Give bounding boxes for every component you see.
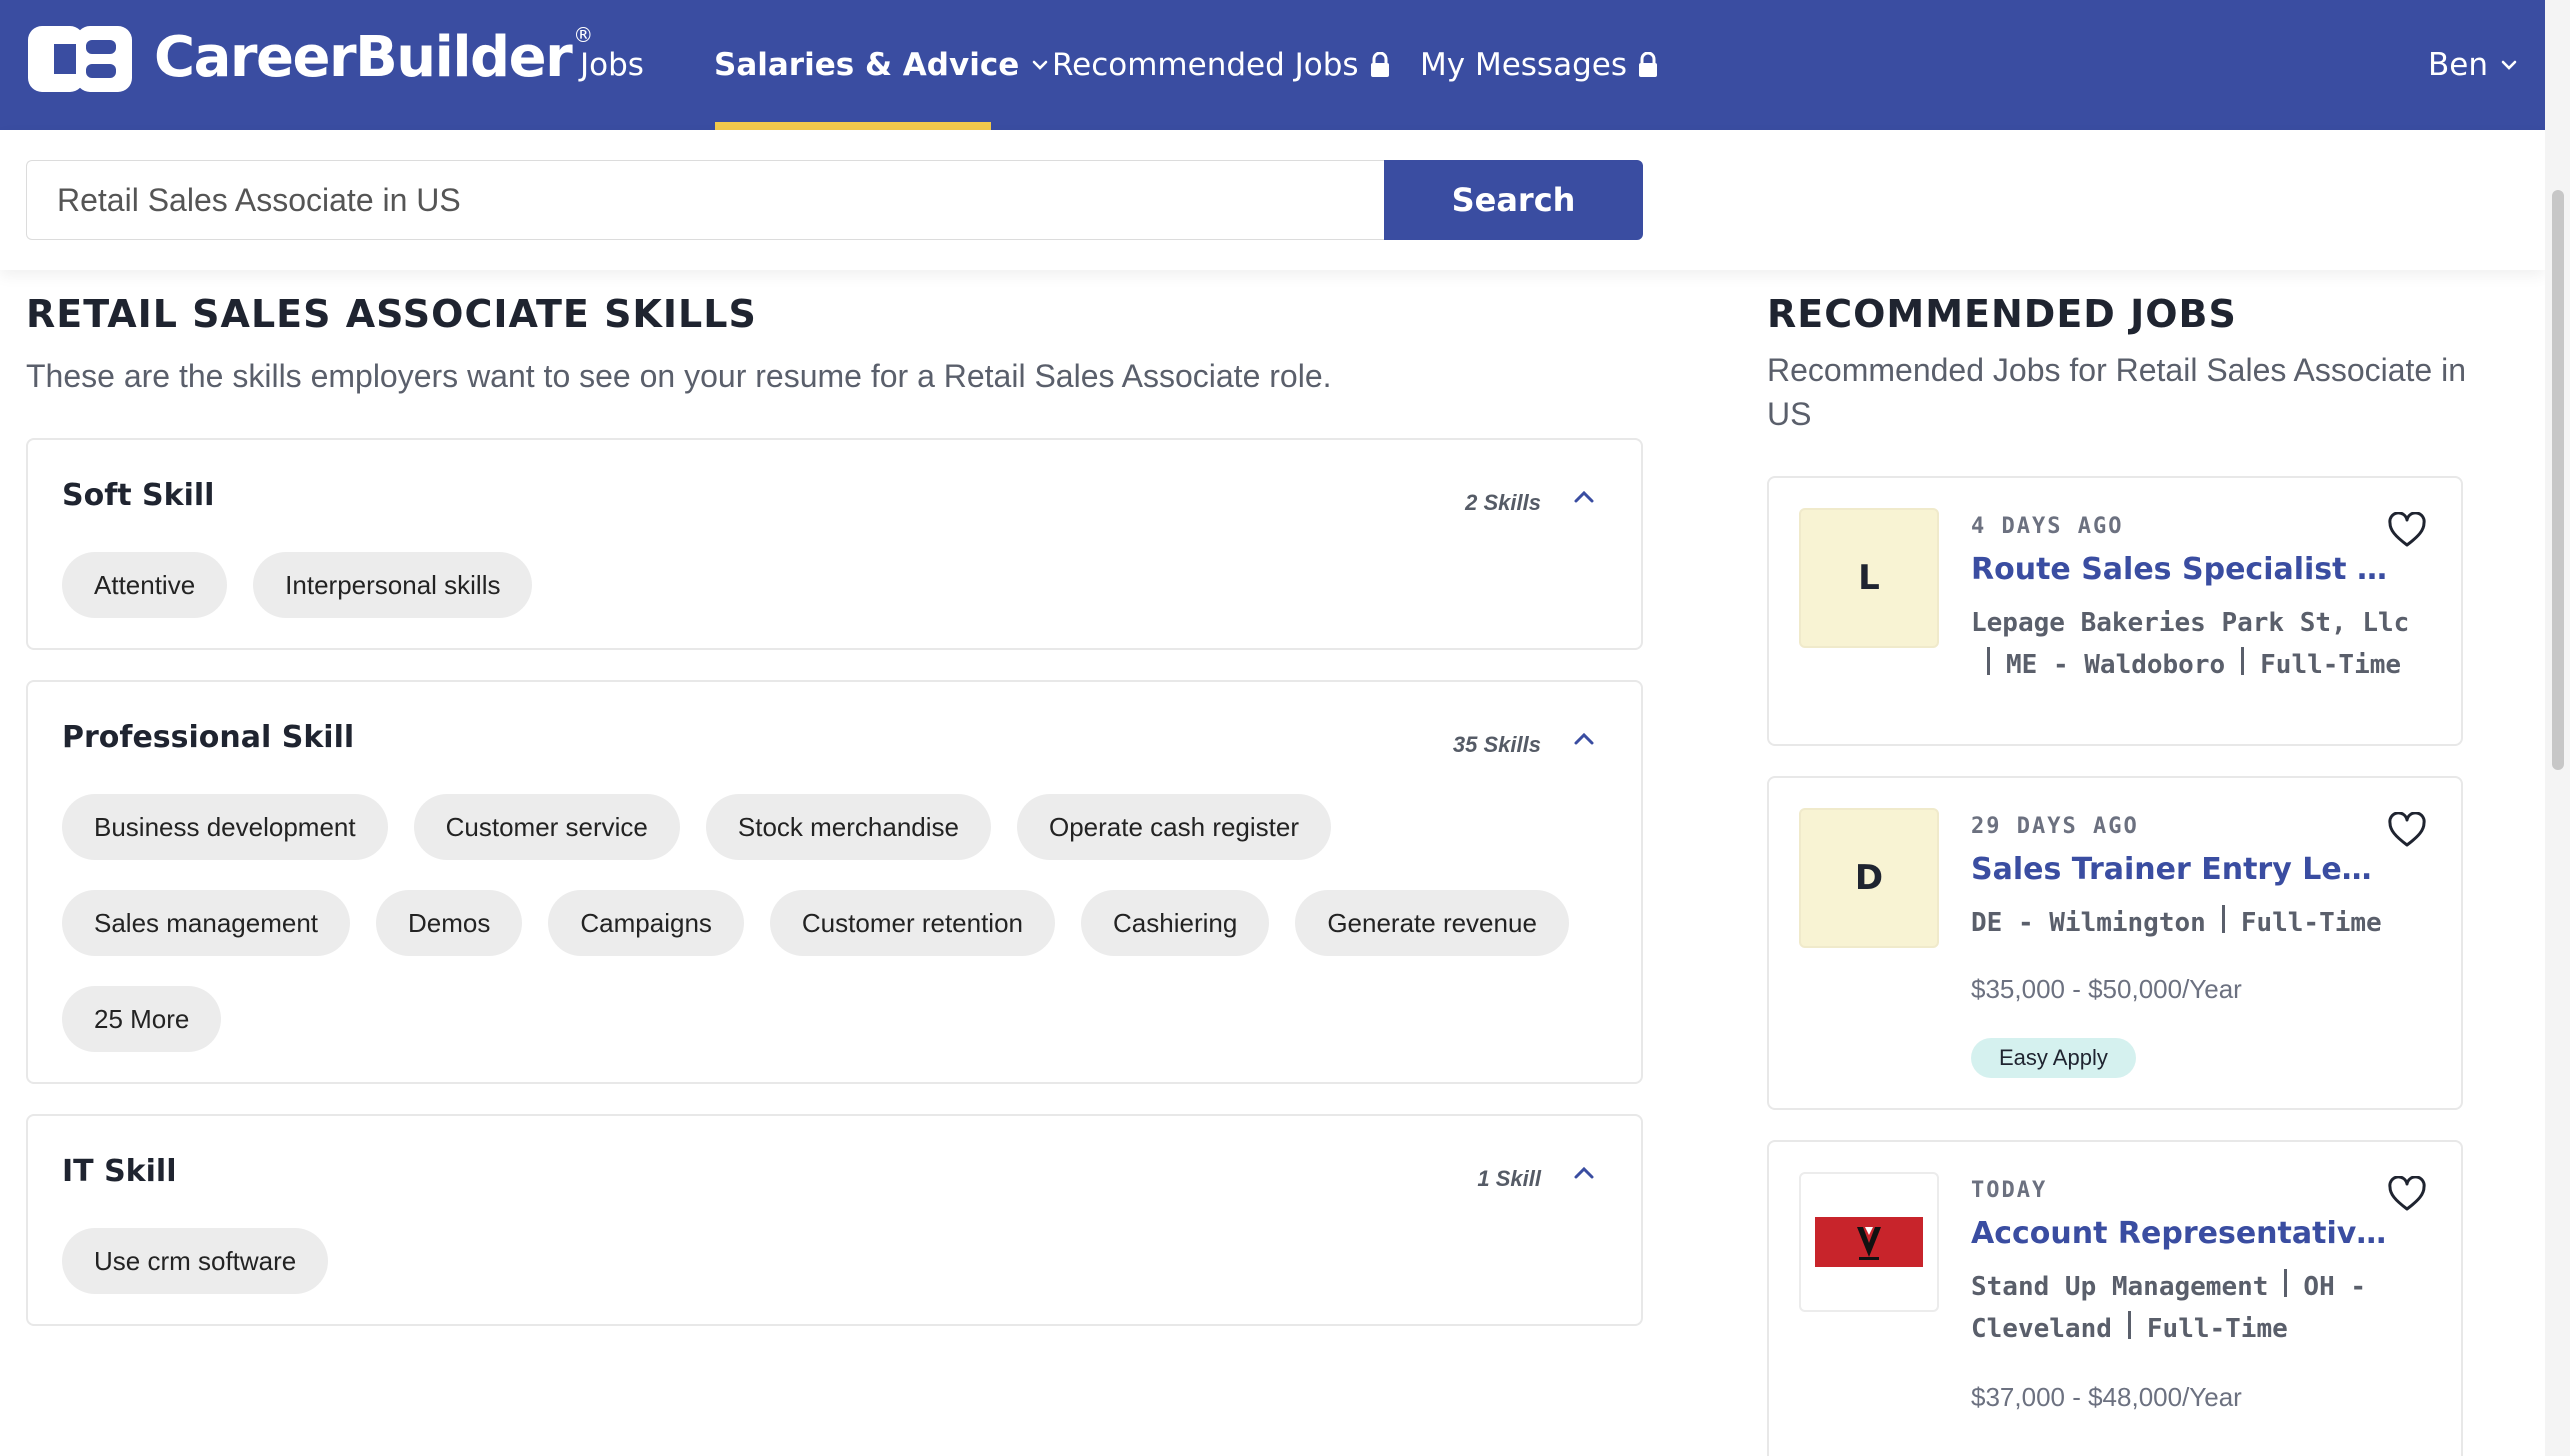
job-company: Lepage Bakeries Park St, Llc — [1971, 608, 2410, 638]
nav-jobs[interactable]: Jobs — [580, 0, 644, 130]
easy-apply-badge[interactable]: Easy Apply — [1971, 1038, 2136, 1078]
skill-chip[interactable]: Sales management — [62, 890, 351, 956]
active-tab-underline — [715, 122, 991, 130]
separator — [2221, 905, 2225, 933]
job-meta: Stand Up Management OH - Cleveland Full-Ti… — [1971, 1266, 2431, 1350]
heart-icon[interactable] — [2387, 1176, 2427, 1212]
careerbuilder-logo[interactable]: CareerBuilder ® — [28, 22, 594, 92]
job-posted-date: TODAY — [1971, 1178, 2048, 1203]
skill-count: 1 Skill — [1477, 1166, 1541, 1191]
job-salary: $35,000 - $50,000/Year — [1971, 974, 2242, 1004]
skill-chip[interactable]: Cashiering — [1081, 890, 1270, 956]
chevron-down-icon — [2501, 60, 2517, 70]
skill-chip[interactable]: Attentive — [62, 552, 228, 618]
job-card[interactable]: TODAY Account Representative ( I... Stan… — [1767, 1140, 2463, 1456]
chevron-up-icon[interactable] — [1571, 488, 1597, 506]
user-menu[interactable]: Ben — [2428, 0, 2518, 130]
skill-chips: Business development Customer service St… — [62, 794, 1622, 1082]
skill-count: 35 Skills — [1452, 732, 1541, 757]
job-posted-date: 4 DAYS AGO — [1971, 514, 2124, 539]
separator — [2127, 1311, 2131, 1339]
recommended-jobs-subtitle: Recommended Jobs for Retail Sales Associ… — [1767, 352, 2467, 432]
skill-chip[interactable]: Campaigns — [548, 890, 744, 956]
lock-icon — [1370, 52, 1389, 77]
job-title-link[interactable]: Route Sales Specialist Ii W... — [1971, 552, 2391, 587]
job-location: DE - Wilmington — [1971, 908, 2206, 938]
skill-group-title: IT Skill — [62, 1154, 177, 1189]
skill-group-it: IT Skill 1 Skill Use crm software — [26, 1114, 1643, 1326]
chevron-down-icon — [1032, 60, 1048, 70]
skill-chip[interactable]: Stock merchandise — [705, 794, 991, 860]
skill-chips: Attentive Interpersonal skills — [62, 552, 1622, 648]
nav-salaries-advice[interactable]: Salaries & Advice — [714, 0, 1049, 130]
job-card[interactable]: D 29 DAYS AGO Sales Trainer Entry Level … — [1767, 776, 2463, 1110]
separator — [1987, 647, 1990, 675]
skill-chip[interactable]: Customer service — [413, 794, 680, 860]
nav-recommended-jobs[interactable]: Recommended Jobs — [1052, 0, 1391, 130]
heart-icon[interactable] — [2387, 512, 2427, 548]
stand-up-management-logo — [1799, 1172, 1939, 1312]
skill-group-soft: Soft Skill 2 Skills Attentive Interperso… — [26, 438, 1643, 650]
recommended-jobs-title: RECOMMENDED JOBS — [1767, 292, 2237, 336]
job-type: Full-Time — [2240, 908, 2382, 938]
job-type: Full-Time — [2146, 1314, 2288, 1344]
skill-group-title: Soft Skill — [62, 478, 215, 513]
skill-chip[interactable]: Generate revenue — [1295, 890, 1569, 956]
job-posted-date: 29 DAYS AGO — [1971, 814, 2139, 839]
search-button[interactable]: Search — [1384, 160, 1643, 240]
stand-up-management-logo-icon — [1815, 1217, 1923, 1267]
skill-group-title: Professional Skill — [62, 720, 355, 755]
job-card[interactable]: L 4 DAYS AGO Route Sales Specialist Ii W… — [1767, 476, 2463, 746]
skill-chip[interactable]: Business development — [62, 794, 388, 860]
skill-chip[interactable]: Use crm software — [62, 1228, 329, 1294]
skill-chip[interactable]: Demos — [376, 890, 523, 956]
job-title-link[interactable]: Sales Trainer Entry Level +... — [1971, 852, 2391, 887]
company-logo: D — [1799, 808, 1939, 948]
search-input[interactable] — [26, 160, 1386, 240]
skill-group-professional: Professional Skill 35 Skills Business de… — [26, 680, 1643, 1084]
separator — [2241, 647, 2245, 675]
job-title-link[interactable]: Account Representative ( I... — [1971, 1216, 2391, 1251]
separator — [2284, 1269, 2288, 1297]
careerbuilder-logo-icon — [28, 26, 132, 92]
nav-messages-label: My Messages — [1420, 47, 1627, 83]
nav-my-messages[interactable]: My Messages — [1420, 0, 1659, 130]
job-salary: $37,000 - $48,000/Year — [1971, 1382, 2242, 1412]
lock-icon — [1638, 52, 1657, 77]
chevron-up-icon[interactable] — [1571, 730, 1597, 748]
nav-salaries-label: Salaries & Advice — [714, 47, 1020, 83]
scrollbar-thumb[interactable] — [2552, 190, 2564, 770]
user-name: Ben — [2428, 47, 2488, 83]
company-logo: L — [1799, 508, 1939, 648]
top-navigation-bar: CareerBuilder ® Jobs Salaries & Advice Re… — [0, 0, 2545, 130]
skill-chip[interactable]: Operate cash register — [1017, 794, 1332, 860]
skill-chips: Use crm software — [62, 1228, 1622, 1324]
more-skills-button[interactable]: 25 More — [62, 986, 222, 1052]
chevron-up-icon[interactable] — [1571, 1164, 1597, 1182]
skill-chip[interactable]: Customer retention — [769, 890, 1056, 956]
skills-section-subtitle: These are the skills employers want to s… — [26, 358, 1332, 394]
nav-jobs-label: Jobs — [580, 47, 644, 83]
brand-name: CareerBuilder ® — [154, 22, 594, 90]
job-meta: DE - Wilmington Full-Time — [1971, 902, 2431, 944]
skills-section-title: RETAIL SALES ASSOCIATE SKILLS — [26, 292, 757, 336]
heart-icon[interactable] — [2387, 812, 2427, 848]
skill-count: 2 Skills — [1465, 490, 1541, 515]
skill-chip[interactable]: Interpersonal skills — [253, 552, 533, 618]
job-type: Full-Time — [2260, 650, 2402, 680]
job-meta: Lepage Bakeries Park St, Llc ME - Waldobo… — [1971, 602, 2431, 686]
job-company: Stand Up Management — [1971, 1272, 2269, 1302]
nav-recommended-label: Recommended Jobs — [1052, 47, 1359, 83]
job-location: ME - Waldoboro — [2006, 650, 2226, 680]
